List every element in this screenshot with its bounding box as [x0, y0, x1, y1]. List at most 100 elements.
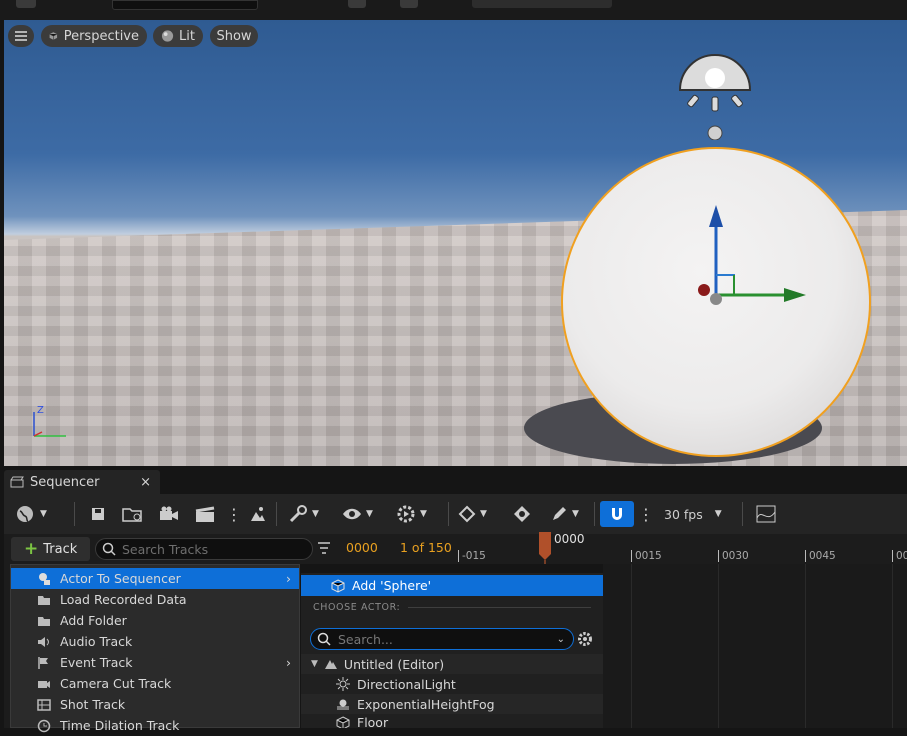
- add-sphere-item[interactable]: Add 'Sphere': [301, 575, 603, 596]
- chevron-down-icon: ▼: [366, 509, 373, 519]
- level-viewport[interactable]: Perspective Lit Show Z: [4, 20, 907, 466]
- menu-item-camera-cut-track[interactable]: Camera Cut Track: [11, 673, 299, 694]
- render-movie-button[interactable]: [194, 502, 216, 526]
- view-options-button[interactable]: ▼: [342, 502, 373, 526]
- tools-menu-button[interactable]: ▼: [288, 502, 319, 526]
- menu-item-shot-track[interactable]: Shot Track: [11, 694, 299, 715]
- transform-gizmo[interactable]: [694, 205, 814, 310]
- snap-options-icon[interactable]: ⋮: [638, 502, 654, 526]
- key-interpolation-button[interactable]: ▼: [458, 502, 487, 526]
- actor-icon: [39, 572, 50, 585]
- auto-key-button[interactable]: [512, 502, 532, 526]
- menu-item-label: Camera Cut Track: [60, 676, 172, 691]
- ruler-tick-label: 0030: [722, 550, 749, 562]
- tree-root-label: Untitled (Editor): [343, 656, 445, 672]
- expand-arrow-icon[interactable]: ▼: [311, 659, 318, 669]
- level-icon: [324, 660, 337, 669]
- tree-item-height-fog[interactable]: ExponentialHeightFog: [301, 694, 603, 714]
- add-icon[interactable]: [295, 0, 313, 8]
- menu-item-event-track[interactable]: Event Track ›: [11, 652, 299, 673]
- toolbar-button[interactable]: [348, 0, 366, 8]
- current-frame[interactable]: 0000: [346, 540, 378, 555]
- menu-item-label: Time Dilation Track: [60, 718, 180, 733]
- search-placeholder: Search Tracks: [122, 541, 209, 557]
- perspective-button[interactable]: Perspective: [41, 25, 147, 47]
- menu-item-label: Add Folder: [60, 613, 127, 628]
- lit-button[interactable]: Lit: [153, 25, 203, 47]
- toolbar-button[interactable]: [640, 0, 658, 8]
- actor-submenu: Add 'Sphere' CHOOSE ACTOR: Search... ⌄ ▼…: [301, 573, 603, 728]
- camera-icon: [160, 506, 178, 520]
- show-button[interactable]: Show: [210, 25, 258, 47]
- menu-item-time-dilation-track[interactable]: Time Dilation Track: [11, 715, 299, 736]
- viewport-menu-button[interactable]: [8, 25, 34, 47]
- menu-item-label: Shot Track: [60, 697, 126, 712]
- tree-root-row[interactable]: ▼ Untitled (Editor): [301, 654, 603, 674]
- cube-icon: [336, 716, 350, 728]
- key-diamond-icon: [514, 506, 530, 522]
- sun-icon: [336, 677, 350, 691]
- play-controls[interactable]: [472, 0, 612, 8]
- snap-toggle[interactable]: [600, 501, 634, 527]
- tree-item-label: ExponentialHeightFog: [357, 696, 495, 712]
- edit-mode-button[interactable]: ▼: [550, 502, 579, 526]
- search-tracks-input[interactable]: Search Tracks: [95, 538, 313, 560]
- curve-editor-button[interactable]: [756, 502, 776, 526]
- globe-icon: [17, 506, 33, 522]
- tab-sequencer[interactable]: Sequencer ×: [4, 470, 160, 494]
- show-label: Show: [216, 28, 252, 44]
- audio-icon: [38, 636, 49, 647]
- chevron-down-icon: ▼: [420, 509, 427, 519]
- hamburger-icon: [15, 31, 27, 41]
- timeline-area[interactable]: [603, 564, 907, 728]
- camera-button[interactable]: [158, 502, 180, 526]
- track-button-label: Track: [43, 541, 78, 557]
- cube-icon: [331, 578, 345, 593]
- search-icon: [317, 632, 331, 646]
- curve-editor-icon: [756, 505, 776, 523]
- actor-search-input[interactable]: Search... ⌄: [310, 628, 574, 650]
- save-button[interactable]: [90, 502, 106, 526]
- add-sphere-label: Add 'Sphere': [352, 578, 432, 593]
- clapperboard-icon: [195, 506, 215, 522]
- folder-search-icon: [122, 508, 142, 522]
- tree-item-label: Floor: [357, 715, 389, 728]
- sequencer-toolbar: ▼ ⋮ ▼ ▼ ▼ ▼ ▼ ⋮ 30 fps ▼: [4, 494, 907, 534]
- close-icon[interactable]: ×: [140, 475, 151, 490]
- menu-item-audio-track[interactable]: Audio Track: [11, 631, 299, 652]
- chevron-down-icon: ▼: [312, 509, 319, 519]
- open-folder-button[interactable]: [122, 502, 144, 526]
- menu-item-add-folder[interactable]: Add Folder: [11, 610, 299, 631]
- chevron-down-icon[interactable]: ⌄: [557, 634, 565, 645]
- tree-item-label: DirectionalLight: [357, 676, 456, 692]
- axis-z-label: Z: [37, 405, 44, 416]
- time-ruler[interactable]: -015 0015 0030 0045 00 0000: [454, 532, 907, 564]
- menu-item-load-recorded-data[interactable]: Load Recorded Data: [11, 589, 299, 610]
- toolbar-search[interactable]: [112, 0, 258, 10]
- diamond-icon: [458, 505, 476, 523]
- world-menu-button[interactable]: ▼: [16, 502, 47, 526]
- playback-options-button[interactable]: ▼: [396, 502, 427, 526]
- playhead-time-label: 0000: [554, 532, 585, 546]
- toolbar-button[interactable]: [400, 0, 418, 8]
- add-track-button[interactable]: + Track: [11, 537, 90, 561]
- sequencer-tab-label: Sequencer: [30, 474, 100, 490]
- perspective-label: Perspective: [63, 28, 139, 44]
- cube-icon: [49, 32, 58, 40]
- playhead[interactable]: [538, 532, 552, 564]
- fps-dropdown[interactable]: 30 fps ▼: [664, 502, 722, 526]
- camera-cut-icon: [38, 680, 50, 688]
- shot-icon: [37, 698, 51, 711]
- ruler-tick-label: -015: [462, 550, 486, 562]
- directional-light-icon[interactable]: [676, 45, 754, 140]
- more-options-icon[interactable]: ⋮: [226, 502, 242, 526]
- cinematic-actor-button[interactable]: [248, 502, 268, 526]
- tree-item-floor[interactable]: Floor: [301, 714, 603, 728]
- axis-indicator: [33, 412, 66, 437]
- filter-icon[interactable]: [317, 542, 331, 554]
- gear-icon[interactable]: [577, 631, 593, 647]
- menu-item-actor-to-sequencer[interactable]: Actor To Sequencer ›: [11, 568, 299, 589]
- toolbar-button[interactable]: [16, 0, 36, 8]
- menu-item-label: Load Recorded Data: [60, 592, 187, 607]
- tree-item-directional-light[interactable]: DirectionalLight: [301, 674, 603, 694]
